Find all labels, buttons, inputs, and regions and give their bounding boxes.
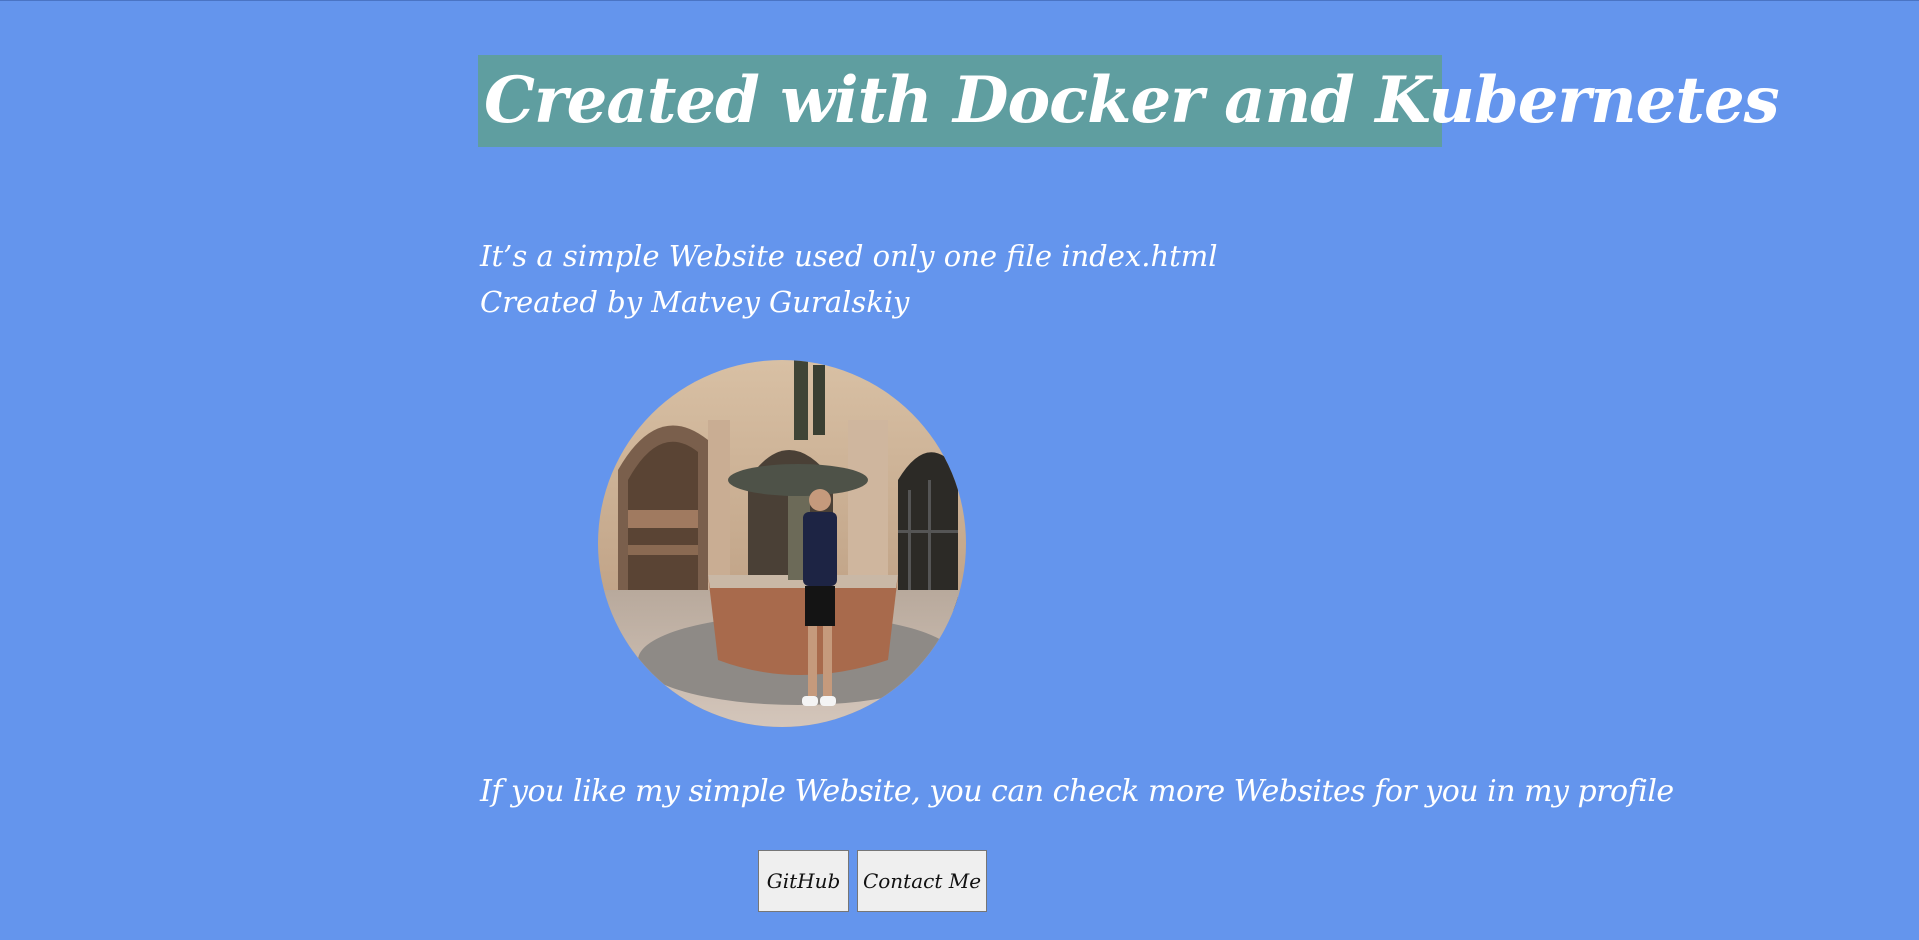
page-title: Created with Docker and Kubernetes <box>484 63 1780 138</box>
profile-prompt-text: If you like my simple Website, you can c… <box>480 774 1674 809</box>
intro-line-2: Created by Matvey Guralskiy <box>480 285 910 319</box>
contact-me-button[interactable]: Contact Me <box>857 850 987 912</box>
intro-line-1: It’s a simple Website used only one file… <box>480 239 1218 273</box>
profile-photo <box>598 360 966 727</box>
top-border <box>0 0 1919 1</box>
github-button[interactable]: GitHub <box>758 850 849 912</box>
